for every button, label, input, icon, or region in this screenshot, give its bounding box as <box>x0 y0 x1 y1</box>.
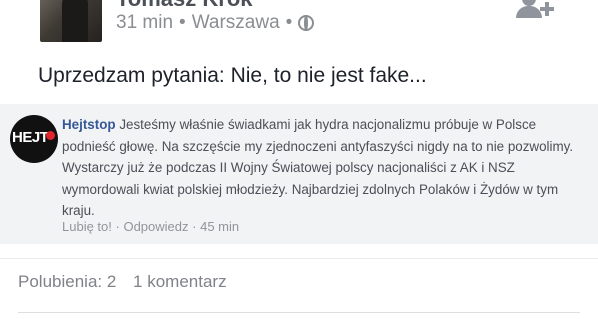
avatar-dot-icon <box>46 131 55 140</box>
comment-time[interactable]: 45 min <box>200 219 239 234</box>
commenter-avatar-text: HEJT <box>12 129 49 146</box>
meta-separator: • <box>179 12 186 33</box>
comment: HEJT Hejtstop Jesteśmy właśnie świadkami… <box>0 104 598 244</box>
commenter-avatar[interactable]: HEJT <box>10 115 58 163</box>
post-meta: 31 min • Warszawa • <box>116 12 315 34</box>
post-time[interactable]: 31 min <box>116 12 173 34</box>
comment-body: Hejtstop Jesteśmy właśnie świadkami jak … <box>62 114 582 222</box>
meta-separator: • <box>285 12 293 33</box>
comment-actions: Lubię to! · Odpowiedz · 45 min <box>62 219 239 234</box>
comments-count[interactable]: 1 komentarz <box>133 272 227 291</box>
action-separator: · <box>115 219 120 234</box>
post-stats: Polubienia: 2 1 komentarz <box>18 272 227 292</box>
bottom-divider <box>18 312 580 313</box>
add-friend-icon[interactable] <box>516 0 556 24</box>
post-location[interactable]: Warszawa <box>192 12 280 34</box>
like-link[interactable]: Lubię to! <box>62 219 112 234</box>
author-name[interactable]: Tomasz Krok <box>116 0 253 12</box>
commenter-name[interactable]: Hejtstop <box>62 117 116 132</box>
comment-text: Jesteśmy właśnie świadkami jak hydra nac… <box>62 117 574 218</box>
likes-count[interactable]: Polubienia: 2 <box>18 272 116 291</box>
action-separator: · <box>192 219 197 234</box>
globe-icon[interactable] <box>298 15 315 31</box>
author-avatar[interactable] <box>40 0 102 42</box>
reply-link[interactable]: Odpowiedz <box>123 219 188 234</box>
divider <box>0 258 598 259</box>
post-header: Tomasz Krok 31 min • Warszawa • <box>0 0 598 50</box>
post-text: Uprzedzam pytania: Nie, to nie jest fake… <box>38 64 427 87</box>
